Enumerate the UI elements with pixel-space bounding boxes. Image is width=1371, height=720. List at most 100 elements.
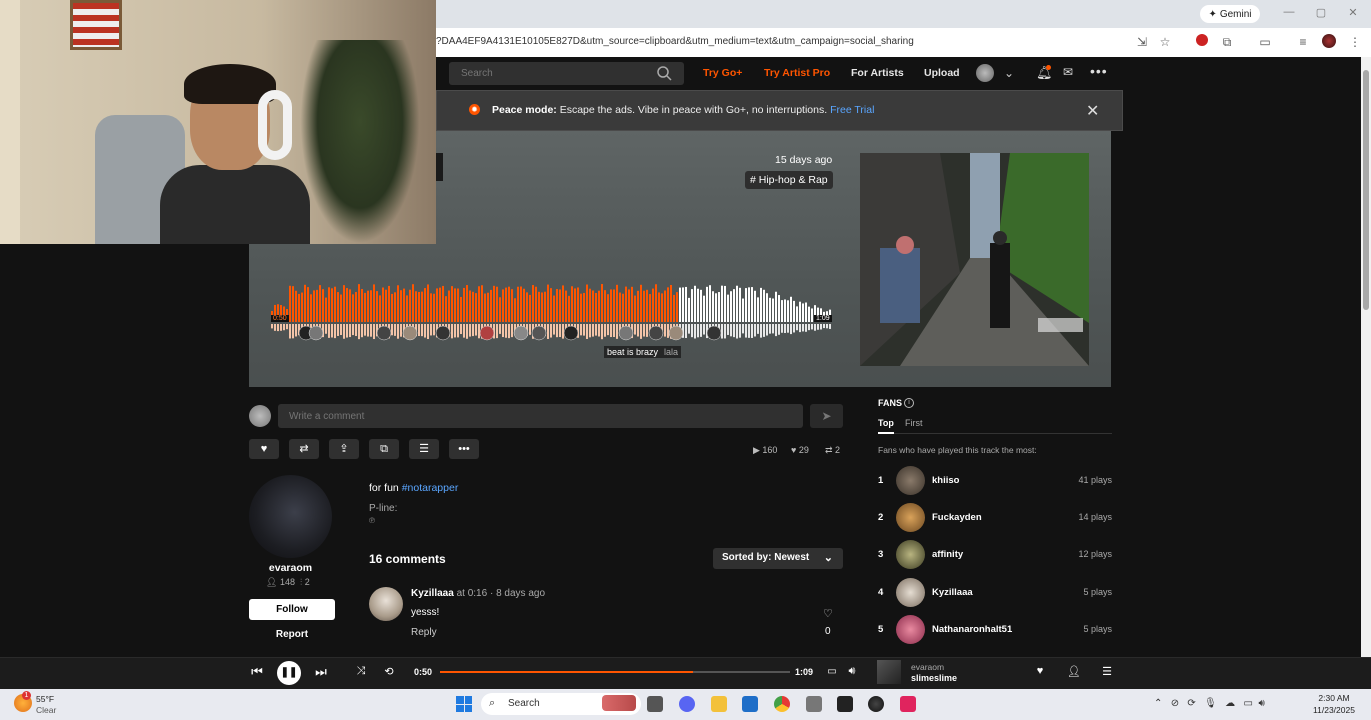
free-trial-link[interactable]: Free Trial bbox=[830, 104, 874, 116]
fan-name[interactable]: affinity bbox=[932, 549, 963, 560]
fan-avatar[interactable] bbox=[896, 578, 925, 607]
cast-icon[interactable]: ▭ bbox=[824, 666, 840, 677]
store-icon[interactable] bbox=[742, 696, 758, 712]
minimize-icon[interactable]: — bbox=[1281, 6, 1297, 18]
now-playing-artwork[interactable] bbox=[877, 660, 901, 684]
uploader-avatar[interactable] bbox=[249, 475, 332, 558]
copy-link-button[interactable]: ⧉ bbox=[369, 439, 399, 459]
fan-name[interactable]: khiiso bbox=[932, 475, 959, 486]
fan-avatar[interactable] bbox=[896, 540, 925, 569]
shuffle-icon[interactable]: ⤨ bbox=[353, 665, 369, 678]
comment-heart-icon[interactable]: ♡ bbox=[823, 607, 833, 620]
chevron-down-icon[interactable]: ⌄ bbox=[1004, 66, 1014, 80]
more-actions-button[interactable]: ••• bbox=[449, 439, 479, 459]
for-artists-link[interactable]: For Artists bbox=[851, 67, 904, 79]
playlist-icon: ☰ bbox=[419, 443, 429, 455]
volume-icon[interactable]: 🔊︎ bbox=[844, 665, 860, 678]
weather-temperature[interactable]: 55°F bbox=[36, 694, 54, 704]
tab-first[interactable]: First bbox=[905, 418, 923, 428]
chrome-icon[interactable] bbox=[774, 696, 790, 712]
repeat-icon[interactable]: ⟲ bbox=[381, 665, 397, 678]
now-playing-artist[interactable]: evaraom bbox=[911, 662, 944, 672]
queue-icon[interactable]: ☰ bbox=[1099, 665, 1115, 678]
heart-icon: ♥ bbox=[791, 445, 799, 455]
clock-time[interactable]: 2:30 AM bbox=[1310, 693, 1358, 703]
tab-top[interactable]: Top bbox=[878, 418, 894, 428]
hashtag-link[interactable]: #notarapper bbox=[402, 482, 459, 494]
gemini-button[interactable]: ✦ Gemini bbox=[1200, 5, 1260, 23]
more-menu-icon[interactable]: ••• bbox=[1090, 63, 1108, 79]
sort-dropdown[interactable]: Sorted by: Newest ⌄ bbox=[713, 548, 843, 569]
install-icon[interactable]: ⇲ bbox=[1134, 34, 1150, 50]
search-icon[interactable] bbox=[656, 65, 672, 81]
fan-avatar[interactable] bbox=[896, 503, 925, 532]
try-artist-pro-link[interactable]: Try Artist Pro bbox=[764, 67, 830, 79]
fan-name[interactable]: Fuckayden bbox=[932, 512, 982, 523]
fan-plays: 5 plays bbox=[1083, 624, 1112, 634]
fan-name[interactable]: Kyzillaaa bbox=[932, 587, 973, 598]
file-explorer-icon[interactable] bbox=[711, 696, 727, 712]
send-comment-button[interactable]: ➤ bbox=[810, 404, 843, 428]
upload-link[interactable]: Upload bbox=[924, 67, 960, 79]
app-pink-icon[interactable] bbox=[900, 696, 916, 712]
like-button[interactable]: ♥ bbox=[249, 439, 279, 459]
comment-like-count: 0 bbox=[825, 626, 831, 637]
follow-button[interactable]: Follow bbox=[249, 599, 335, 620]
now-playing-title[interactable]: slimeslime bbox=[911, 673, 957, 683]
comment-timestamp[interactable]: 0:16 bbox=[468, 588, 487, 599]
extension-red-icon[interactable] bbox=[1194, 34, 1210, 50]
media-queue-icon[interactable]: ≡ bbox=[1295, 34, 1311, 50]
player-bar bbox=[0, 657, 1371, 689]
reply-button[interactable]: Reply bbox=[411, 627, 437, 638]
fan-avatar[interactable] bbox=[896, 615, 925, 644]
system-tray[interactable]: ⌃ ⊘ ⟳ 🎙︎ ☁ ▭ 🔊︎ bbox=[1154, 698, 1265, 709]
repost-icon: ⇄ bbox=[299, 443, 309, 455]
windows-start-icon[interactable] bbox=[456, 696, 472, 712]
comment-input[interactable] bbox=[278, 404, 803, 428]
weather-badge: 1 bbox=[22, 691, 31, 700]
info-icon[interactable]: i bbox=[904, 398, 914, 408]
genre-tag[interactable]: # Hip-hop & Rap bbox=[745, 171, 833, 189]
next-icon[interactable]: ⏭︎ bbox=[313, 664, 329, 680]
clock-date[interactable]: 11/23/2025 bbox=[1306, 705, 1362, 715]
tool-app-icon[interactable] bbox=[806, 696, 822, 712]
try-go-link[interactable]: Try Go+ bbox=[703, 67, 742, 79]
browser-menu-icon[interactable]: ⋮ bbox=[1347, 34, 1363, 50]
epic-games-icon[interactable] bbox=[837, 696, 853, 712]
search-input[interactable] bbox=[449, 62, 684, 85]
fan-rank: 4 bbox=[878, 587, 884, 598]
track-description: for fun #notarapper bbox=[369, 482, 459, 494]
waveform[interactable] bbox=[271, 276, 832, 346]
profile-avatar-icon[interactable] bbox=[1321, 34, 1337, 50]
maximize-icon[interactable]: ▢ bbox=[1313, 6, 1329, 19]
comment-avatar[interactable] bbox=[369, 587, 403, 621]
repost-button[interactable]: ⇄ bbox=[289, 439, 319, 459]
add-to-playlist-button[interactable]: ☰ bbox=[409, 439, 439, 459]
task-view-icon[interactable] bbox=[647, 696, 663, 712]
previous-icon[interactable]: ⏮︎ bbox=[249, 664, 265, 680]
close-window-icon[interactable]: ✕ bbox=[1345, 6, 1361, 19]
report-button[interactable]: Report bbox=[249, 629, 335, 640]
user-avatar[interactable] bbox=[976, 64, 994, 82]
obs-icon[interactable] bbox=[868, 696, 884, 712]
share-button[interactable]: ⇪ bbox=[329, 439, 359, 459]
bookmark-star-icon[interactable]: ☆ bbox=[1157, 34, 1173, 50]
heart-icon[interactable]: ♥ bbox=[1032, 665, 1048, 677]
pause-icon: ❚❚ bbox=[280, 667, 298, 678]
discord-icon[interactable] bbox=[679, 696, 695, 712]
uploader-name[interactable]: evaraom bbox=[249, 562, 332, 574]
play-count: ▶ 160 bbox=[753, 445, 778, 455]
scrollbar-thumb[interactable] bbox=[1363, 70, 1369, 310]
extensions-puzzle-icon[interactable]: ⧉ bbox=[1219, 34, 1235, 50]
pline-label: P-line: bbox=[369, 503, 398, 514]
fan-name[interactable]: Nathanaronhalt51 bbox=[932, 624, 1012, 635]
close-icon[interactable]: ✕ bbox=[1086, 101, 1099, 121]
fan-avatar[interactable] bbox=[896, 466, 925, 495]
messages-mail-icon[interactable]: ✉ bbox=[1063, 65, 1073, 79]
follow-user-icon[interactable]: 👤︎ bbox=[1066, 665, 1082, 678]
pause-button[interactable]: ❚❚ bbox=[277, 661, 301, 685]
fan-rank: 3 bbox=[878, 549, 884, 560]
sidepanel-icon[interactable]: ▭ bbox=[1257, 34, 1273, 50]
comment-user[interactable]: Kyzillaaa bbox=[411, 588, 454, 599]
url-text[interactable]: ?DAA4EF9A4131E10105E827D&utm_source=clip… bbox=[436, 36, 914, 47]
